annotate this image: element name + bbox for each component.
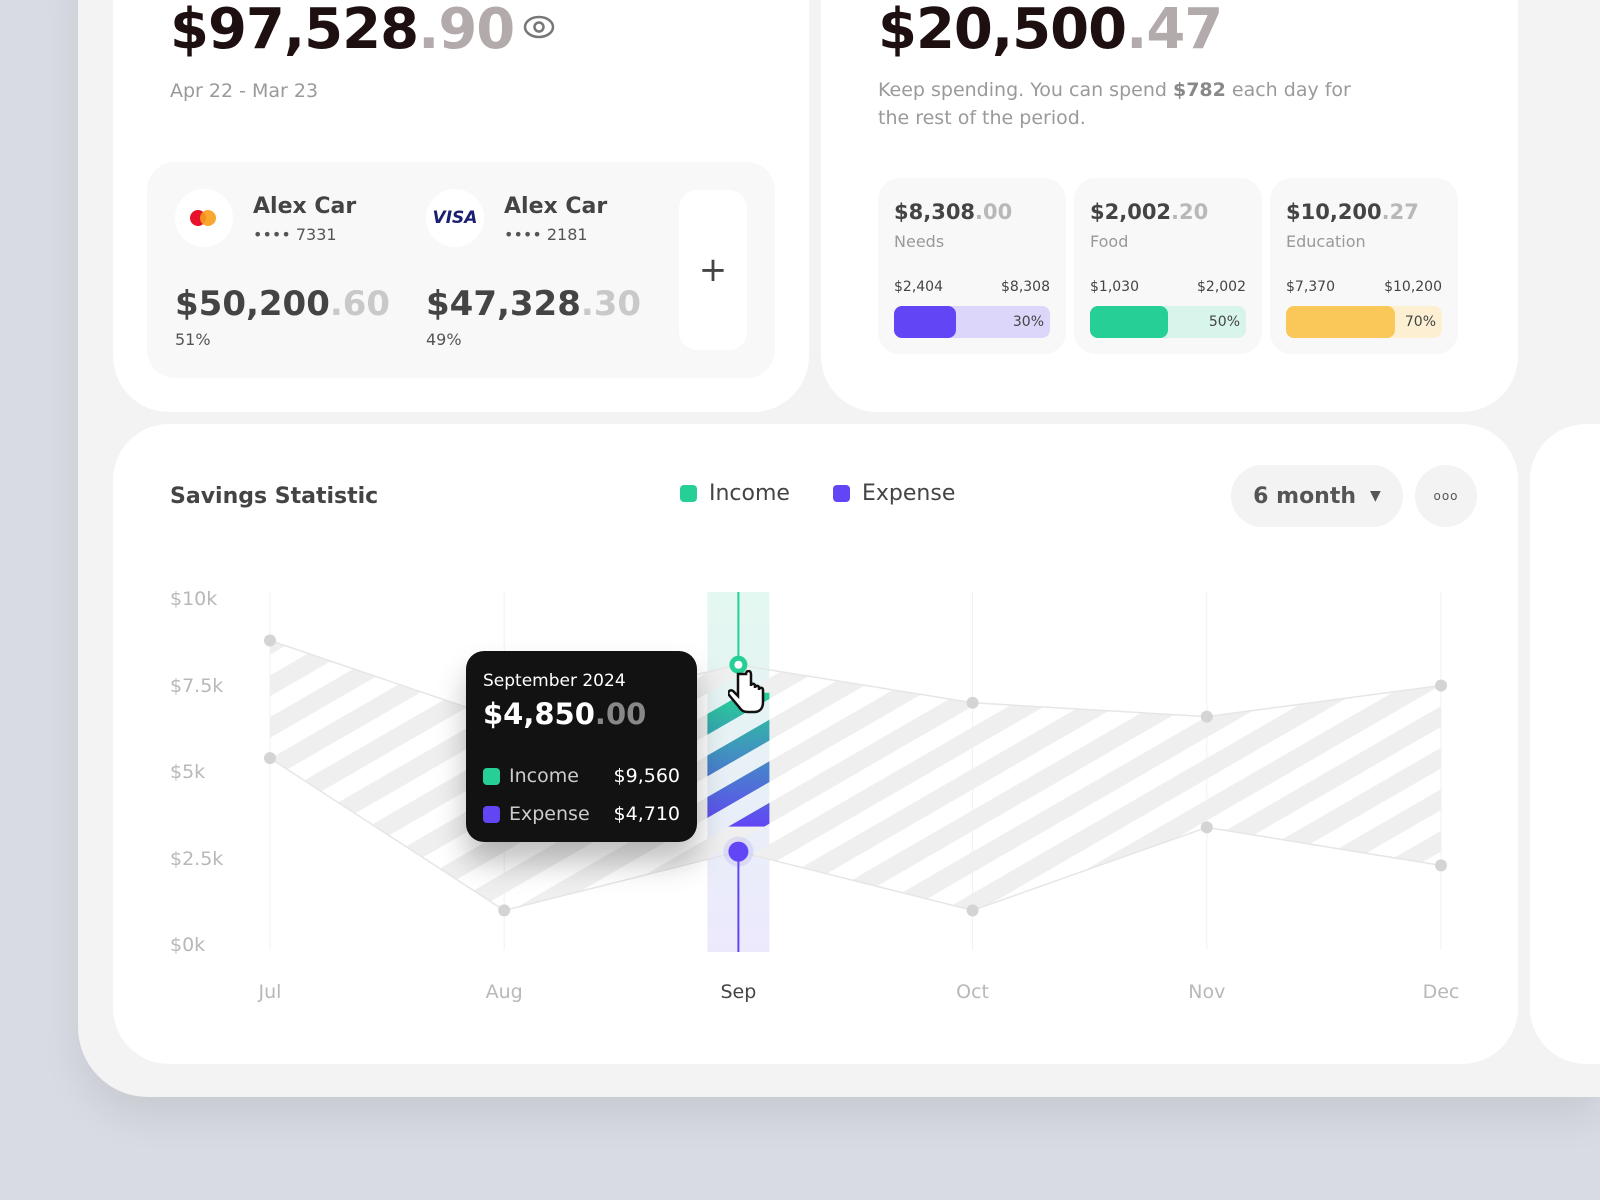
tooltip-income-value: $9,560 [613, 765, 680, 787]
tooltip-value: $4,850.00 [483, 697, 646, 731]
tooltip-income-label: Income [509, 765, 579, 787]
savings-area [270, 640, 1441, 911]
income-point-center [734, 660, 743, 669]
savings-chart [264, 592, 1447, 952]
x-tick-label: Jul [258, 981, 282, 1003]
tooltip-expense-label: Expense [509, 803, 590, 825]
data-point [1200, 821, 1213, 834]
data-point [498, 904, 511, 917]
x-tick-label: Nov [1188, 981, 1226, 1003]
x-tick-label: Aug [485, 981, 523, 1003]
data-point [264, 634, 276, 647]
y-tick-label: $2.5k [170, 847, 224, 870]
tooltip-expense-value: $4,710 [613, 803, 680, 825]
tooltip-income: Income $9,560 [483, 765, 680, 787]
x-tick-label: Dec [1422, 981, 1460, 1003]
y-tick-label: $0k [170, 934, 206, 956]
tooltip-value-whole: $4,850 [483, 697, 595, 731]
data-point [1435, 859, 1447, 872]
tooltip-value-decimal: .00 [594, 697, 647, 731]
y-tick-label: $10k [170, 588, 218, 610]
data-point [966, 904, 979, 917]
y-tick-label: $7.5k [170, 674, 224, 697]
tooltip-expense: Expense $4,710 [483, 803, 680, 825]
chart-tooltip: September 2024 $4,850.00 Income $9,560 Ex… [466, 651, 697, 842]
hand-cursor-icon [728, 670, 765, 714]
x-tick-label: Oct [956, 981, 990, 1003]
x-tick-label: Sep [720, 981, 757, 1003]
y-tick-label: $5k [170, 761, 206, 783]
data-point [1200, 710, 1213, 723]
data-point [264, 752, 276, 765]
tooltip-month: September 2024 [483, 671, 626, 691]
data-point [1435, 679, 1447, 692]
expense-point-active [728, 841, 749, 862]
data-point [966, 696, 979, 709]
